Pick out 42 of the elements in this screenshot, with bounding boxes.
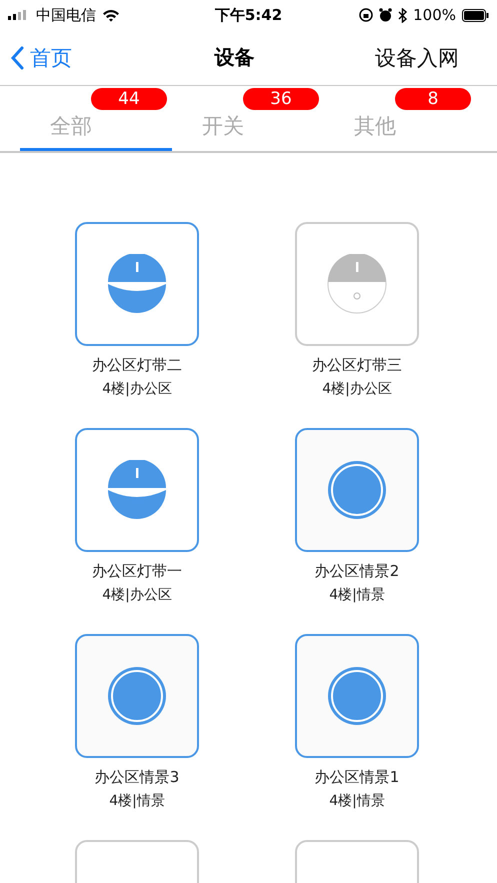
page-title: 设备 (214, 44, 254, 71)
battery-icon (462, 8, 489, 22)
device-name: 办公区灯带二 (91, 356, 183, 375)
device-tile[interactable] (295, 428, 419, 552)
scene-button-icon (107, 666, 167, 726)
device-location: 4楼|办公区 (322, 380, 392, 398)
tab[interactable]: 全部 44 (20, 86, 172, 151)
device-name: 办公区灯带一 (91, 562, 183, 581)
device-location: 4楼|情景 (329, 586, 385, 604)
device-tile[interactable] (75, 428, 199, 552)
bluetooth-icon (398, 8, 408, 22)
device-name: 办公区情景3 (94, 768, 180, 787)
count-badge: 36 (243, 88, 319, 110)
device-location: 4楼|情景 (329, 792, 385, 810)
count-badge: 44 (91, 88, 167, 110)
light-switch-icon (107, 460, 167, 520)
device-name: 办公区情景1 (314, 768, 400, 787)
scene-button-icon (327, 460, 387, 520)
carrier-name: 中国电信 (36, 6, 96, 24)
light-switch-icon (327, 254, 387, 314)
wifi-icon (102, 8, 120, 22)
device-name: 办公区灯带三 (311, 356, 403, 375)
rotation-lock-icon (359, 8, 374, 22)
count-badge: 8 (395, 88, 471, 110)
device-location: 4楼|情景 (109, 792, 165, 810)
alarm-icon (379, 8, 392, 22)
back-button[interactable]: 首页 (10, 44, 214, 72)
device-name: 办公区情景2 (314, 562, 400, 581)
device-location: 4楼|办公区 (102, 586, 172, 604)
tab[interactable]: 其他 8 (324, 86, 476, 151)
chevron-left-icon (10, 46, 24, 70)
add-device-button[interactable]: 设备入网 (254, 44, 487, 72)
device-tile[interactable] (295, 222, 419, 346)
device-tile[interactable] (75, 634, 199, 758)
status-time: 下午5:42 (214, 6, 282, 24)
light-switch-icon (107, 254, 167, 314)
battery-percent: 100% (413, 6, 456, 24)
tab[interactable]: 开关 36 (172, 86, 324, 151)
device-tile[interactable] (75, 222, 199, 346)
scene-button-icon (327, 666, 387, 726)
device-location: 4楼|办公区 (102, 380, 172, 398)
device-tile[interactable] (295, 634, 419, 758)
